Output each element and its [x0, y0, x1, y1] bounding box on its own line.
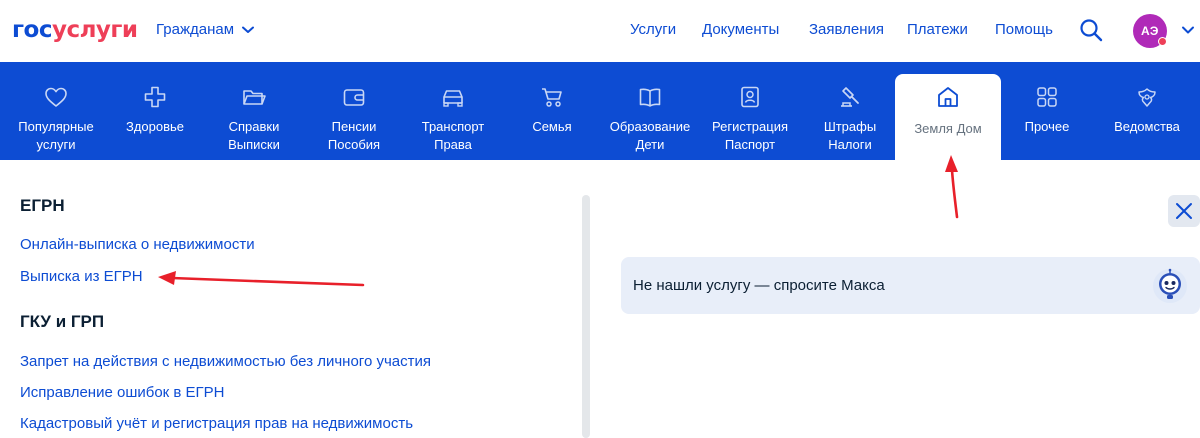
ask-max-banner[interactable]: Не нашли услугу — спросите Макса	[621, 257, 1200, 314]
category-registration[interactable]: Регистрация Паспорт	[703, 62, 797, 160]
category-label: Справки Выписки	[228, 119, 280, 152]
link-fix-errors[interactable]: Исправление ошибок в ЕГРН	[20, 383, 225, 403]
top-header: госуслуги Гражданам Услуги Документы Зая…	[0, 0, 1200, 62]
category-label: Пенсии Пособия	[327, 119, 381, 152]
category-label: Регистрация Паспорт	[712, 119, 788, 152]
category-land-house[interactable]: Земля Дом	[895, 74, 1001, 162]
scrollbar[interactable]	[582, 195, 590, 438]
nav-help[interactable]: Помощь	[995, 20, 1053, 40]
section-title-egrn: ЕГРН	[20, 196, 65, 215]
ask-max-text: Не нашли услугу — спросите Макса	[633, 277, 885, 294]
category-fines[interactable]: Штрафы Налоги	[804, 62, 896, 160]
nav-payments[interactable]: Платежи	[907, 20, 968, 40]
category-label: Семья	[532, 119, 572, 134]
search-icon	[1080, 19, 1103, 42]
category-label: Земля Дом	[914, 121, 982, 136]
close-button[interactable]	[1168, 195, 1200, 227]
emblem-icon	[1138, 88, 1156, 107]
category-family[interactable]: Семья	[506, 62, 598, 160]
book-icon	[639, 88, 661, 107]
nav-applications[interactable]: Заявления	[809, 20, 884, 40]
section-title-gku: ГКУ и ГРП	[20, 312, 105, 331]
annotation-arrow-egrn	[158, 271, 365, 287]
category-label: Образование Дети	[609, 119, 691, 152]
notification-dot	[1158, 37, 1167, 46]
robot-assistant-icon	[1153, 268, 1187, 303]
passport-icon	[741, 86, 759, 108]
nav-documents[interactable]: Документы	[702, 20, 779, 40]
category-bar: Популярные услуги Здоровье Справки Выпис…	[0, 62, 1200, 162]
category-label: Ведомства	[1114, 119, 1180, 134]
folder-icon	[243, 90, 266, 105]
car-icon	[443, 90, 463, 107]
top-nav: Услуги Документы Заявления Платежи Помощ…	[0, 20, 1200, 42]
grid-icon	[1037, 87, 1057, 107]
wallet-icon	[343, 89, 365, 106]
category-health[interactable]: Здоровье	[110, 62, 200, 160]
nav-services[interactable]: Услуги	[630, 20, 676, 40]
category-certificates[interactable]: Справки Выписки	[208, 62, 300, 160]
medical-cross-icon	[144, 86, 166, 108]
category-education[interactable]: Образование Дети	[602, 62, 698, 160]
link-ban-actions[interactable]: Запрет на действия с недвижимостью без л…	[20, 352, 431, 372]
search-button[interactable]	[1078, 17, 1104, 43]
annotation-arrow-land-house	[945, 155, 959, 219]
chevron-down-icon[interactable]	[1180, 22, 1196, 38]
category-other[interactable]: Прочее	[1004, 62, 1090, 160]
link-cadastral-registration[interactable]: Кадастровый учёт и регистрация прав на н…	[20, 414, 413, 434]
category-label: Здоровье	[125, 119, 185, 134]
category-pensions[interactable]: Пенсии Пособия	[308, 62, 400, 160]
category-label: Транспорт Права	[421, 119, 485, 152]
gavel-icon	[841, 87, 859, 107]
category-popular[interactable]: Популярные услуги	[6, 62, 106, 160]
house-icon	[938, 87, 958, 107]
category-agencies[interactable]: Ведомства	[1098, 62, 1196, 160]
category-label: Популярные услуги	[18, 119, 94, 152]
category-label: Штрафы Налоги	[823, 119, 877, 152]
stroller-icon	[542, 88, 562, 107]
category-label: Прочее	[1024, 119, 1070, 134]
close-icon	[1176, 203, 1192, 219]
category-transport[interactable]: Транспорт Права	[405, 62, 501, 160]
heart-icon	[45, 87, 67, 107]
link-online-extract[interactable]: Онлайн-выписка о недвижимости	[20, 235, 255, 255]
link-egrn-extract[interactable]: Выписка из ЕГРН	[20, 267, 143, 287]
